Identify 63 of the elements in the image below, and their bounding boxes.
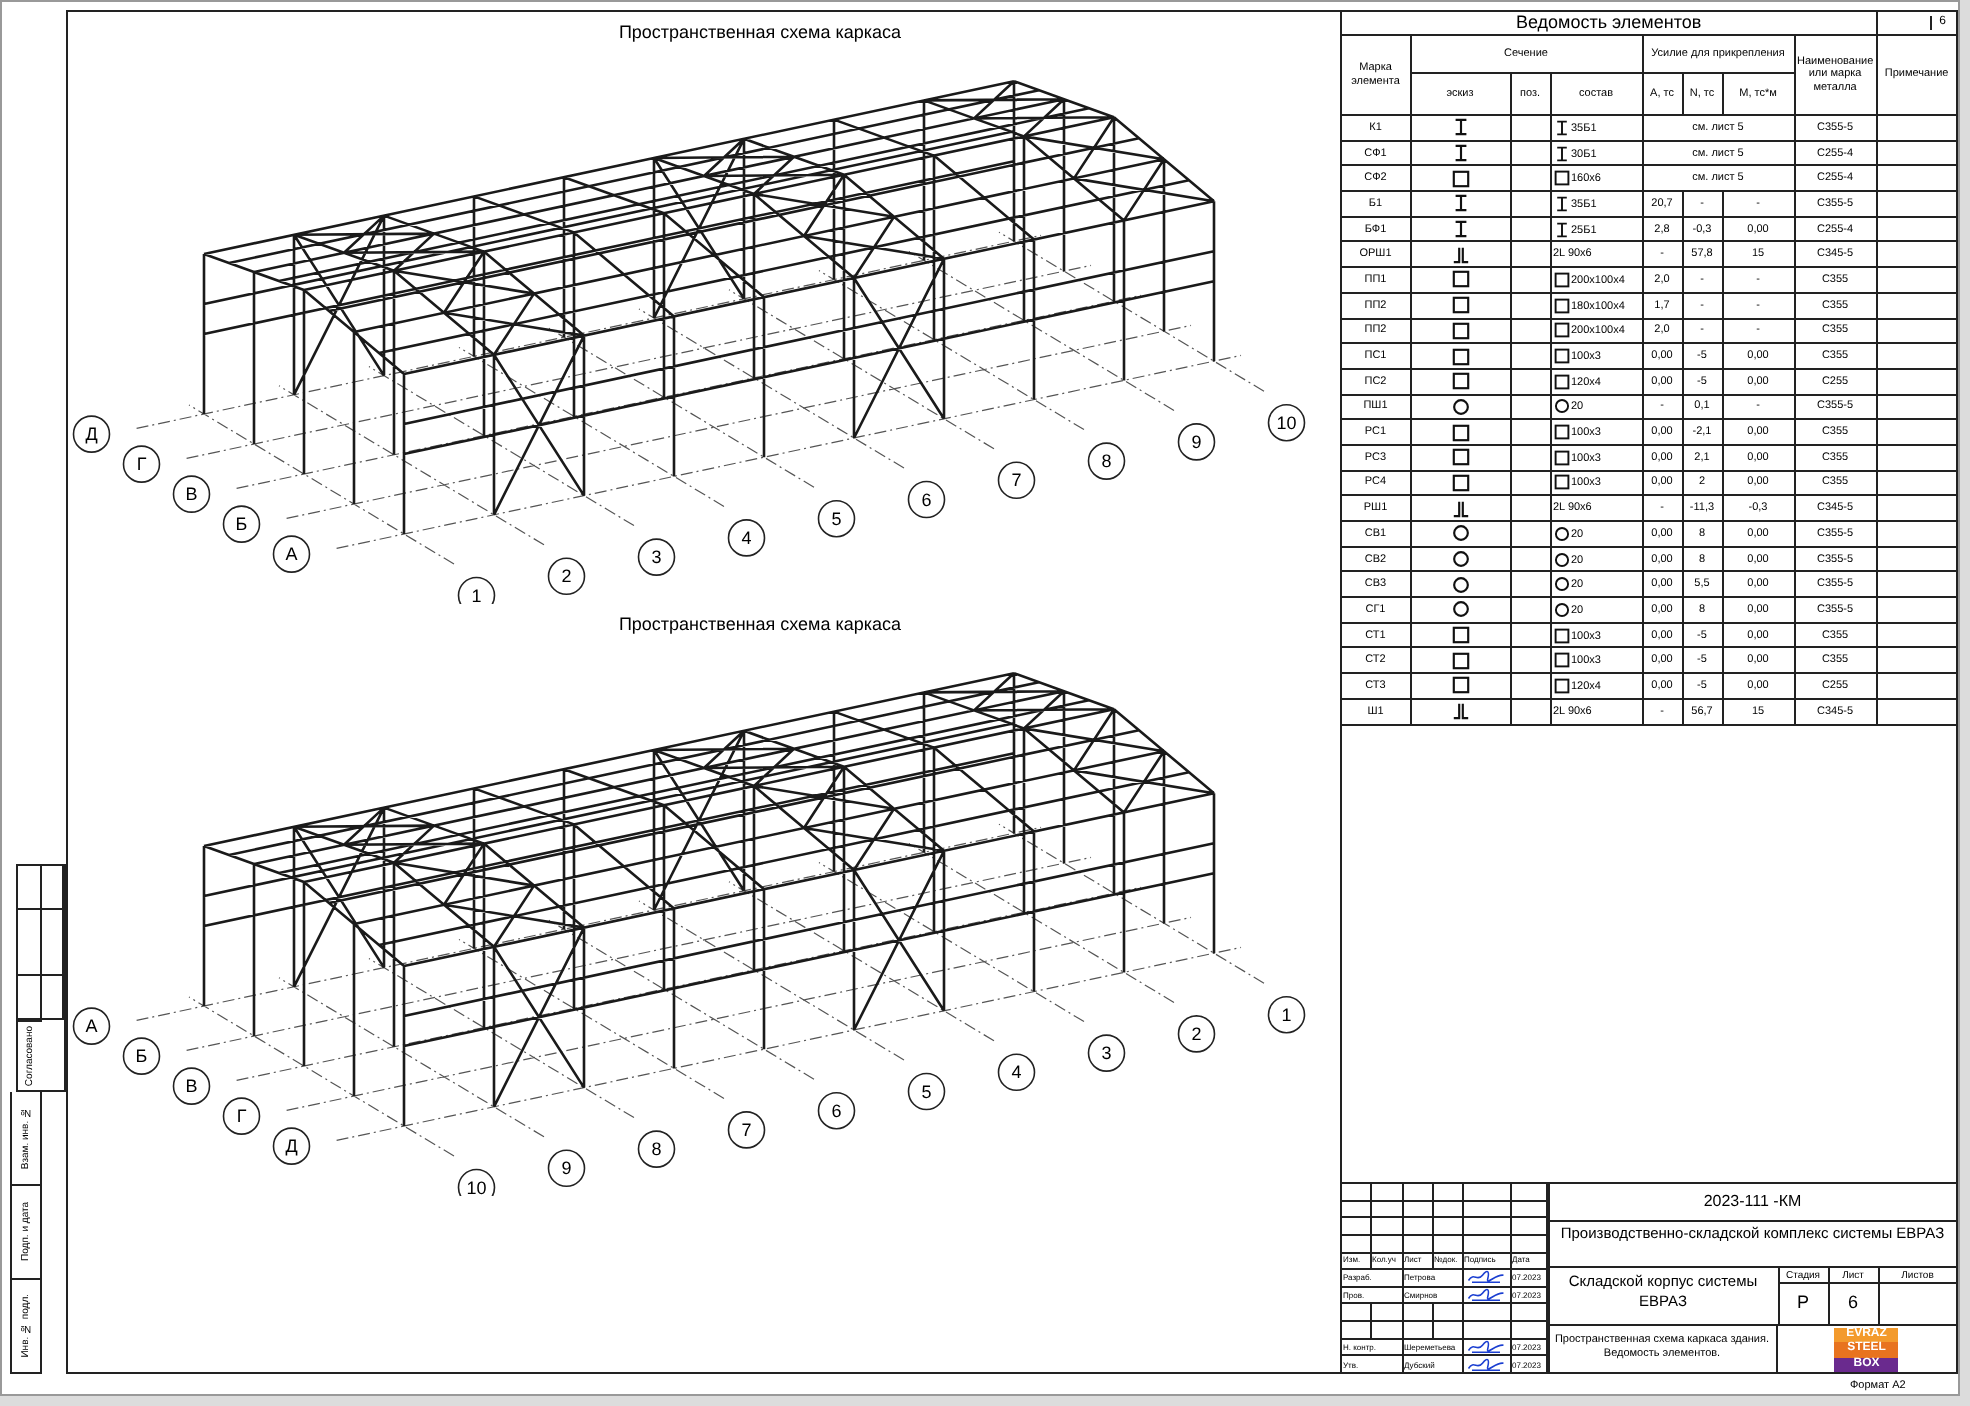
axis-bubble: Г: [222, 1097, 261, 1135]
axis-bubble: 2: [1177, 1015, 1216, 1053]
axis-bubble: 4: [997, 1053, 1036, 1092]
axis-bubble: 8: [637, 1130, 676, 1168]
round-bar-icon: [1451, 575, 1469, 594]
round-bar-icon: [1553, 525, 1569, 542]
axis-bubble: 5: [907, 1072, 946, 1111]
signature-icon: [1464, 1339, 1508, 1354]
axis-bubble: 6: [817, 1091, 856, 1130]
stage-value: Р: [1779, 1284, 1829, 1323]
double-angle-icon: [1451, 245, 1469, 264]
drawing-title: Пространственная схема каркаса: [616, 20, 904, 44]
double-angle-icon: [1451, 702, 1469, 721]
axis-bubble: 6: [907, 480, 946, 519]
axis-bubble: 7: [997, 461, 1036, 500]
axis-bubble: 1: [1267, 995, 1306, 1034]
round-bar-icon: [1451, 524, 1469, 543]
round-bar-icon: [1553, 551, 1569, 568]
axis-bubble: 8: [1087, 442, 1126, 480]
signature-icon: [1464, 1270, 1508, 1285]
axis-bubble: 4: [727, 519, 766, 557]
round-bar-icon: [1451, 600, 1469, 619]
axis-bubble: 7: [727, 1111, 766, 1149]
i-beam-icon: [1451, 220, 1469, 239]
round-bar-icon: [1451, 550, 1469, 569]
axis-bubble: Б: [122, 1037, 161, 1075]
axis-bubble: Д: [272, 1127, 311, 1165]
signature-icon: [1464, 1288, 1508, 1303]
i-beam-icon: [1553, 221, 1569, 238]
axis-bubble: 5: [817, 499, 856, 538]
axis-bubble: 3: [1087, 1034, 1126, 1072]
axis-bubble: 1: [457, 576, 496, 604]
document-code: 2023-111 -КМ: [1549, 1184, 1956, 1222]
axis-bubble: В: [172, 1067, 211, 1105]
round-bar-icon: [1553, 601, 1569, 618]
i-beam-icon: [1451, 144, 1469, 163]
axis-bubble: Б: [222, 505, 261, 543]
axis-bubble: 3: [637, 538, 676, 576]
axis-bubble: Г: [122, 445, 161, 483]
axis-bubble: А: [272, 535, 311, 573]
axis-bubble: 10: [457, 1168, 496, 1196]
sheet-value: 6: [1829, 1284, 1879, 1323]
i-beam-icon: [1553, 195, 1569, 212]
axis-bubble: А: [72, 1007, 111, 1045]
axis-bubble: 9: [1177, 423, 1216, 461]
axis-bubble: В: [172, 475, 211, 513]
i-beam-icon: [1451, 194, 1469, 213]
round-bar-icon: [1451, 397, 1469, 416]
axis-bubble: Д: [72, 415, 111, 453]
round-bar-icon: [1553, 576, 1569, 593]
axis-bubble: 2: [547, 557, 586, 596]
drawing-title: Пространственная схема каркаса: [616, 612, 904, 636]
axis-bubble: 9: [547, 1149, 586, 1188]
square-tube-icon: [1451, 169, 1469, 188]
double-angle-icon: [1451, 499, 1469, 518]
axis-bubble: 10: [1267, 403, 1306, 442]
square-tube-icon: [1553, 170, 1569, 187]
i-beam-icon: [1553, 145, 1569, 162]
signature-icon: [1464, 1357, 1508, 1372]
table-title: Ведомость элементов: [1342, 12, 1877, 35]
i-beam-icon: [1553, 119, 1569, 136]
i-beam-icon: [1451, 118, 1469, 137]
round-bar-icon: [1553, 398, 1569, 415]
